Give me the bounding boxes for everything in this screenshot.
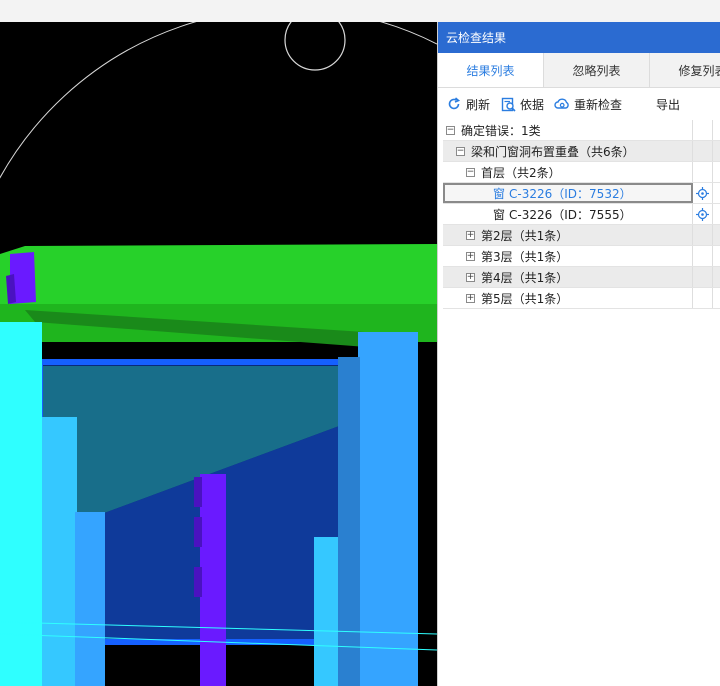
purple-column-notch xyxy=(194,567,202,597)
tab-bar: 结果列表 忽略列表 修复列表 xyxy=(438,53,720,88)
tree-row-action-cell xyxy=(693,267,713,287)
tree-row-action-cell xyxy=(693,120,713,140)
tree-row-action-cell xyxy=(693,288,713,308)
panel-titlebar: 云检查结果 xyxy=(438,22,720,53)
expand-icon[interactable]: + xyxy=(466,251,475,261)
window-icon: 窗 xyxy=(493,207,506,222)
recheck-label: 重新检查 xyxy=(574,97,623,112)
refresh-icon xyxy=(446,96,462,112)
basis-label: 依据 xyxy=(520,97,545,112)
expand-icon[interactable]: + xyxy=(466,293,475,303)
tree-row-floor-1[interactable]: − 首层（共2条） xyxy=(443,162,720,183)
tree-label: 第2层（共1条） xyxy=(481,228,569,243)
tree-row-floor-2[interactable]: + 第2层（共1条） xyxy=(443,225,720,246)
tree-label: C-3226（ID：7532） xyxy=(509,186,632,201)
tree-row-confirmed-errors[interactable]: − 确定错误：1类 xyxy=(443,120,720,141)
collapse-icon[interactable]: − xyxy=(446,125,455,135)
expand-icon[interactable]: + xyxy=(466,272,475,282)
tab-result-list[interactable]: 结果列表 xyxy=(438,53,544,87)
collapse-icon[interactable]: − xyxy=(466,167,475,177)
basis-button[interactable]: 依据 xyxy=(500,96,544,113)
column-right-inner xyxy=(314,537,338,686)
locate-icon xyxy=(696,186,709,200)
collapse-icon[interactable]: − xyxy=(456,146,465,156)
recheck-button[interactable]: 重新检查 xyxy=(554,96,622,113)
purple-column-notch xyxy=(194,517,202,547)
locate-icon xyxy=(696,207,709,221)
refresh-button[interactable]: 刷新 xyxy=(446,96,490,113)
expand-icon[interactable]: + xyxy=(466,230,475,240)
model-render xyxy=(0,22,437,686)
tree-label: 首层（共2条） xyxy=(481,165,561,180)
tree-row-window-7555[interactable]: 窗 C-3226（ID：7555） xyxy=(443,204,720,225)
tree-row-floor-4[interactable]: + 第4层（共1条） xyxy=(443,267,720,288)
3d-viewport[interactable] xyxy=(0,22,437,686)
refresh-label: 刷新 xyxy=(466,97,491,112)
tree-label: 梁和门窗洞布置重叠（共6条） xyxy=(471,144,635,159)
tree-label: 第3层（共1条） xyxy=(481,249,569,264)
top-strip xyxy=(0,0,720,22)
cloud-check-panel: 云检查结果 结果列表 忽略列表 修复列表 刷新 依据 重新检查 导出 xyxy=(437,22,720,686)
window-icon: 窗 xyxy=(493,186,506,201)
tree-row-floor-5[interactable]: + 第5层（共1条） xyxy=(443,288,720,309)
tree-row-beam-window-overlap[interactable]: − 梁和门窗洞布置重叠（共6条） xyxy=(443,141,720,162)
export-button[interactable]: 导出 xyxy=(656,96,680,113)
tree-row-action-cell xyxy=(693,162,713,182)
tree-row-action-cell xyxy=(693,225,713,245)
export-label: 导出 xyxy=(656,97,681,112)
column-left-back xyxy=(75,512,105,686)
toolbar: 刷新 依据 重新检查 导出 xyxy=(438,88,720,120)
tree-row-action-cell xyxy=(693,141,713,161)
locate-button[interactable] xyxy=(693,204,713,224)
cloud-refresh-icon xyxy=(554,96,570,112)
panel-title: 云检查结果 xyxy=(446,31,507,45)
tree-label: 第5层（共1条） xyxy=(481,291,569,306)
tab-fix-list[interactable]: 修复列表 xyxy=(650,53,720,87)
result-tree: − 确定错误：1类 − 梁和门窗洞布置重叠（共6条） − 首层（共2条） 窗 C… xyxy=(443,120,720,309)
tree-row-floor-3[interactable]: + 第3层（共1条） xyxy=(443,246,720,267)
tree-label: C-3226（ID：7555） xyxy=(509,207,632,222)
column-left-inner xyxy=(42,417,77,686)
tree-row-window-7532[interactable]: 窗 C-3226（ID：7532） xyxy=(443,183,720,204)
tree-row-action-cell xyxy=(693,246,713,266)
column-right-side xyxy=(338,357,360,686)
purple-column xyxy=(200,474,226,686)
purple-column-notch xyxy=(194,477,202,507)
tab-ignore-list[interactable]: 忽略列表 xyxy=(544,53,650,87)
tree-label: 第4层（共1条） xyxy=(481,270,569,285)
column-left xyxy=(0,322,42,686)
basis-icon xyxy=(500,96,516,112)
tree-label: 确定错误：1类 xyxy=(461,123,541,138)
locate-button[interactable] xyxy=(693,183,713,203)
